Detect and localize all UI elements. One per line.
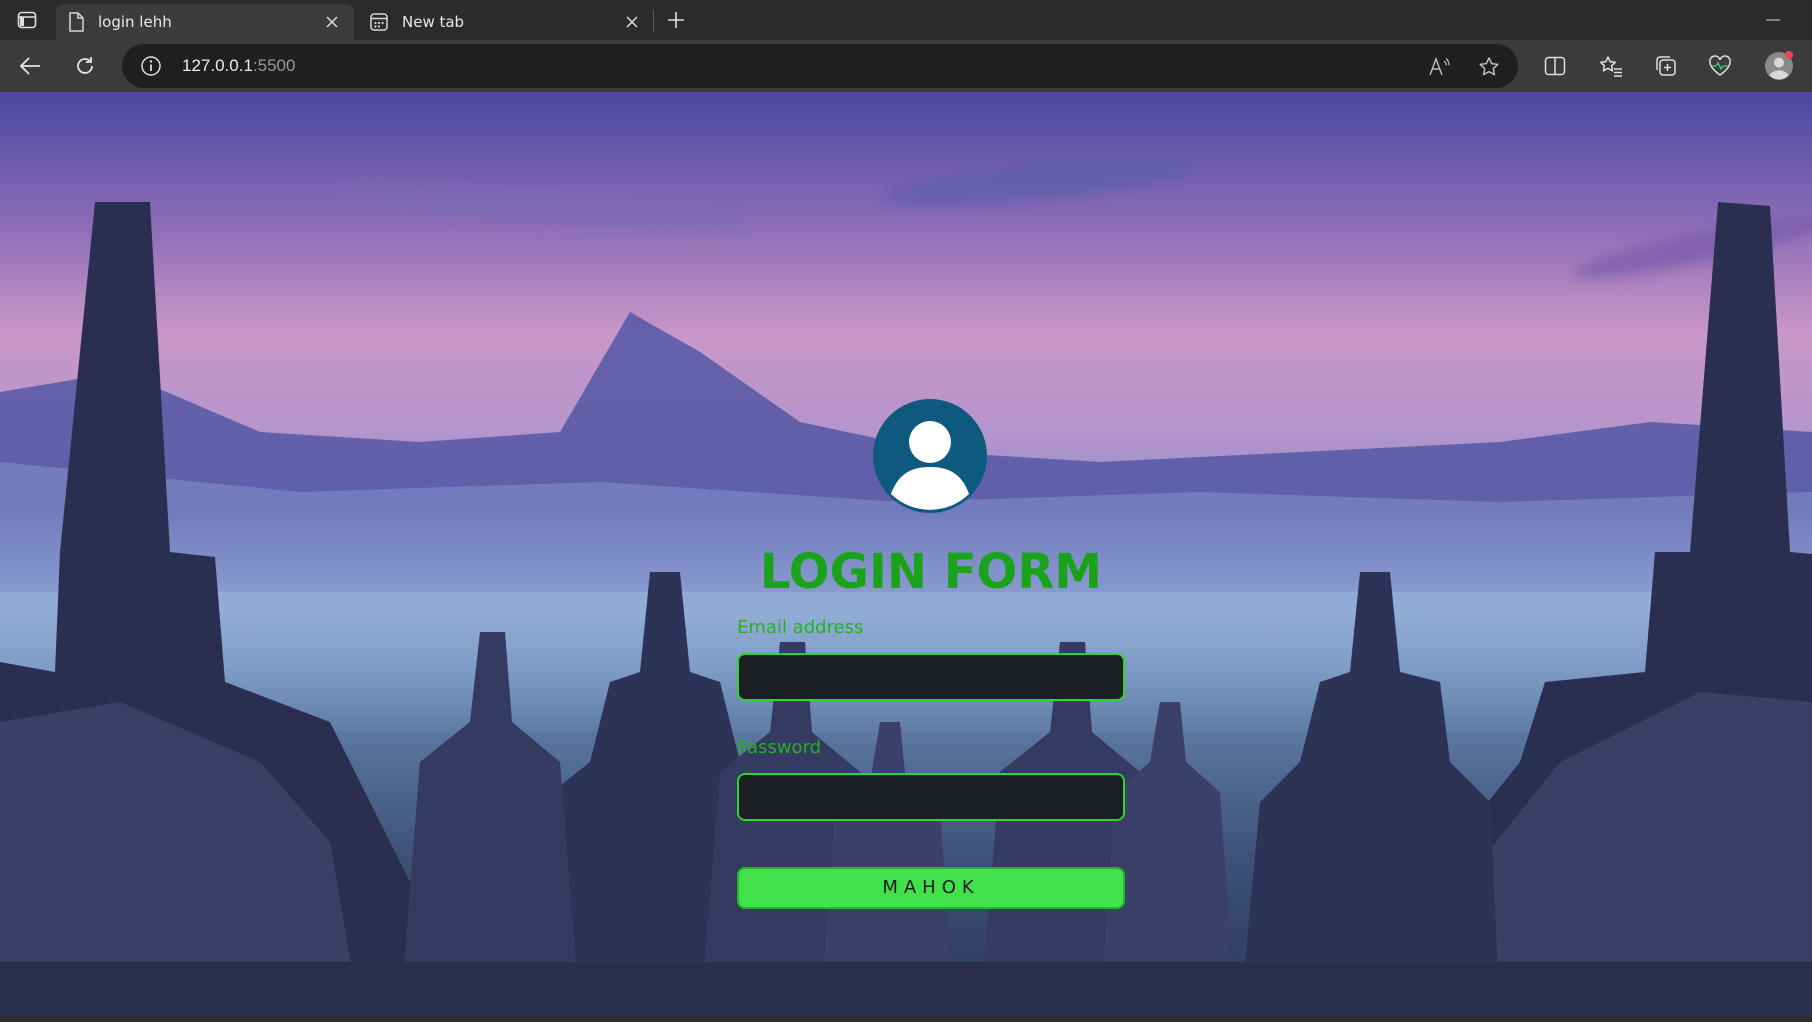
tab-new-tab[interactable]: New tab bbox=[358, 4, 654, 40]
collections-icon bbox=[1656, 56, 1676, 76]
form-title: LOGIN FORM bbox=[759, 544, 1103, 600]
favorites-button[interactable] bbox=[1593, 48, 1629, 84]
address-bar[interactable]: 127.0.0.1:5500 bbox=[122, 44, 1518, 88]
page-viewport: LOGIN FORM Email address Password MAHOK bbox=[0, 92, 1812, 1016]
back-button[interactable] bbox=[12, 48, 48, 84]
split-screen-button[interactable] bbox=[1537, 48, 1573, 84]
submit-button[interactable]: MAHOK bbox=[737, 867, 1125, 909]
window-bottom-edge bbox=[0, 1016, 1812, 1022]
tab-login-lehh[interactable]: login lehh bbox=[56, 4, 354, 40]
user-avatar-icon bbox=[873, 399, 987, 513]
tab-strip: login lehh New tab bbox=[0, 0, 1812, 40]
new-tab-button[interactable] bbox=[662, 6, 690, 34]
close-tab-icon[interactable] bbox=[322, 12, 342, 32]
tab-actions-icon bbox=[17, 11, 37, 29]
reload-icon bbox=[77, 57, 93, 74]
read-aloud-icon[interactable] bbox=[1426, 54, 1452, 80]
profile-avatar-icon bbox=[1765, 51, 1793, 80]
password-label: Password bbox=[737, 737, 822, 758]
tab-actions-button[interactable] bbox=[12, 8, 42, 32]
reload-button[interactable] bbox=[67, 48, 103, 84]
tab-divider bbox=[653, 10, 654, 32]
url-port: :5500 bbox=[252, 56, 296, 75]
minimize-window-button[interactable] bbox=[1760, 8, 1786, 32]
collections-button[interactable] bbox=[1648, 48, 1684, 84]
password-field[interactable] bbox=[737, 773, 1125, 821]
plus-icon bbox=[668, 12, 684, 28]
email-field[interactable] bbox=[737, 653, 1125, 701]
favorite-star-icon[interactable] bbox=[1476, 54, 1502, 80]
heart-pulse-icon bbox=[1709, 55, 1731, 76]
email-label: Email address bbox=[737, 617, 864, 638]
minimize-icon bbox=[1766, 19, 1780, 21]
profile-button[interactable] bbox=[1761, 48, 1797, 84]
browser-toolbar: 127.0.0.1:5500 bbox=[0, 40, 1812, 92]
new-tab-page-icon bbox=[370, 13, 388, 31]
site-info-icon[interactable] bbox=[140, 55, 162, 77]
browser-essentials-button[interactable] bbox=[1702, 48, 1738, 84]
split-screen-icon bbox=[1544, 56, 1566, 76]
close-tab-icon[interactable] bbox=[622, 12, 642, 32]
tab-title: login lehh bbox=[98, 13, 172, 31]
url-text[interactable]: 127.0.0.1:5500 bbox=[182, 56, 295, 76]
favorites-icon bbox=[1600, 56, 1622, 77]
tab-title: New tab bbox=[402, 13, 465, 31]
page-icon bbox=[69, 12, 84, 32]
back-arrow-icon bbox=[19, 57, 40, 75]
url-host: 127.0.0.1 bbox=[182, 56, 253, 75]
